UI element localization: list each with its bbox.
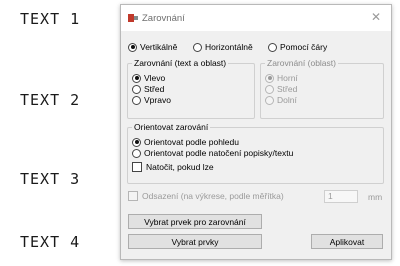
canvas-text-2: TEXT 2: [20, 91, 81, 109]
rotate-if-possible-checkbox[interactable]: Natočit, pokud lze: [132, 162, 214, 172]
area-alignment-group: Zarovnání (oblast) Horní Střed Dolní: [260, 58, 384, 119]
mode-option-label: Pomocí čáry: [280, 42, 328, 52]
offset-value-input[interactable]: 1: [324, 190, 358, 203]
align-center-option[interactable]: Střed: [132, 84, 164, 94]
radio-icon[interactable]: [265, 95, 274, 105]
radio-icon[interactable]: [265, 84, 274, 94]
option-label: Vlevo: [144, 73, 166, 83]
option-label: Orientovat podle pohledu: [144, 137, 239, 147]
align-right-option[interactable]: Vpravo: [132, 95, 171, 105]
checkbox-icon[interactable]: [132, 162, 142, 172]
orientation-legend: Orientovat zarování: [132, 122, 211, 132]
dialog-content: Vertikálně Horizontálně Pomocí čáry Zaro…: [121, 31, 391, 261]
offset-checkbox[interactable]: Odsazení (na výkrese, podle měřítka): [128, 191, 284, 201]
orientation-group: Orientovat zarování Orientovat podle poh…: [127, 122, 384, 184]
align-left-option[interactable]: Vlevo: [132, 73, 165, 83]
close-button[interactable]: ✕: [371, 11, 381, 23]
radio-icon[interactable]: [268, 42, 277, 52]
dialog-titlebar[interactable]: Zarovnání ✕: [121, 5, 391, 31]
align-bottom-option[interactable]: Dolní: [265, 95, 297, 105]
option-label: Dolní: [277, 95, 297, 105]
mode-option-label: Horizontálně: [205, 42, 253, 52]
canvas-text-1: TEXT 1: [20, 10, 81, 28]
radio-icon[interactable]: [132, 84, 141, 94]
offset-unit-label: mm: [368, 192, 383, 202]
text-alignment-legend: Zarovnání (text a oblast): [132, 58, 229, 68]
radio-icon[interactable]: [193, 42, 202, 52]
area-alignment-legend: Zarovnání (oblast): [265, 58, 338, 68]
orient-by-text-rotation-option[interactable]: Orientovat podle natočení popisky/textu: [132, 148, 293, 158]
dialog-title: Zarovnání: [142, 12, 185, 24]
text-alignment-group: Zarovnání (text a oblast) Vlevo Střed Vp…: [127, 58, 255, 119]
apply-button[interactable]: Aplikovat: [311, 234, 383, 249]
option-label: Střed: [144, 84, 165, 94]
mode-option-label: Vertikálně: [140, 42, 178, 52]
mode-option-line[interactable]: Pomocí čáry: [268, 42, 327, 52]
alignment-dialog: Zarovnání ✕ Vertikálně Horizontálně Pomo…: [120, 4, 392, 260]
align-middle-option[interactable]: Střed: [265, 84, 297, 94]
mode-option-vertical[interactable]: Vertikálně: [128, 42, 177, 52]
radio-icon[interactable]: [132, 148, 141, 158]
checkbox-icon[interactable]: [128, 191, 138, 201]
option-label: Střed: [277, 84, 298, 94]
radio-icon[interactable]: [132, 137, 141, 147]
select-element-for-alignment-button[interactable]: Vybrat prvek pro zarovnání: [128, 214, 262, 229]
radio-icon[interactable]: [132, 95, 141, 105]
orient-by-view-option[interactable]: Orientovat podle pohledu: [132, 137, 239, 147]
align-top-option[interactable]: Horní: [265, 73, 298, 83]
select-elements-button[interactable]: Vybrat prvky: [128, 234, 262, 249]
radio-icon[interactable]: [132, 73, 141, 83]
app-icon: [128, 14, 138, 22]
radio-icon[interactable]: [265, 73, 274, 83]
canvas-text-3: TEXT 3: [20, 170, 81, 188]
option-label: Orientovat podle natočení popisky/textu: [144, 148, 294, 158]
canvas-text-4: TEXT 4: [20, 233, 81, 251]
radio-icon[interactable]: [128, 42, 137, 52]
offset-label: Odsazení (na výkrese, podle měřítka): [142, 191, 284, 201]
option-label: Horní: [277, 73, 298, 83]
option-label: Vpravo: [144, 95, 171, 105]
mode-option-horizontal[interactable]: Horizontálně: [193, 42, 253, 52]
checkbox-label: Natočit, pokud lze: [146, 162, 214, 172]
